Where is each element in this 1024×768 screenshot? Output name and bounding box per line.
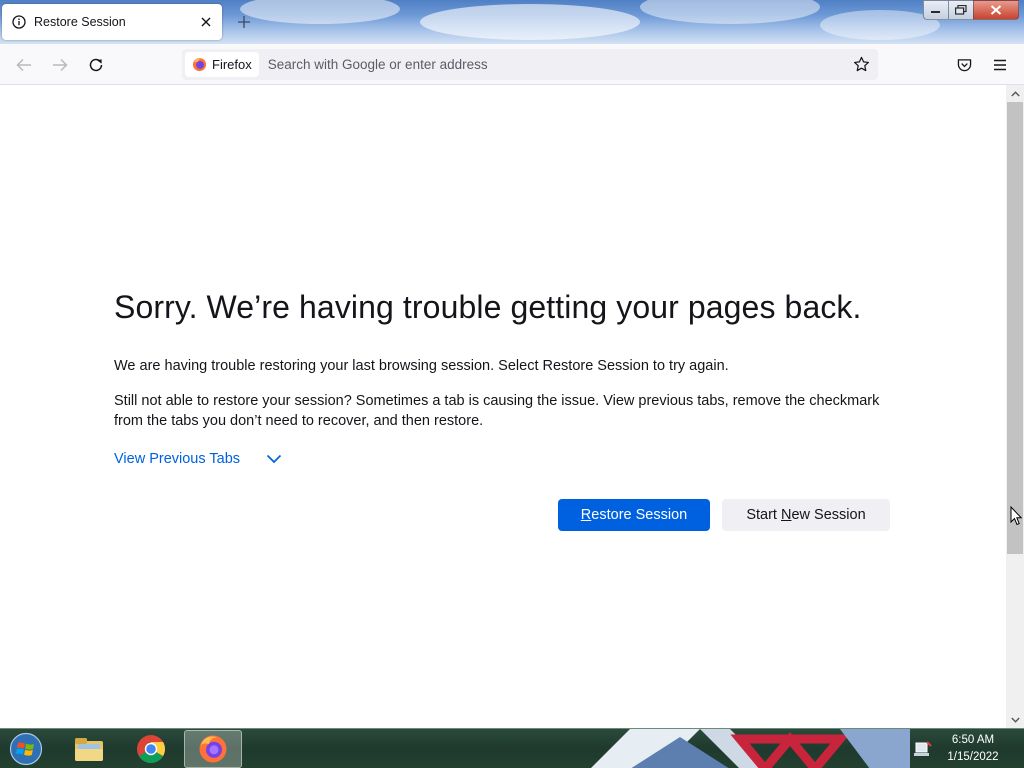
bookmark-star-icon[interactable] — [849, 53, 873, 77]
error-help-text: Still not able to restore your session? … — [114, 393, 880, 429]
scrollbar-thumb[interactable] — [1007, 102, 1023, 554]
vertical-scrollbar[interactable] — [1006, 85, 1024, 728]
chrome-icon — [137, 735, 165, 763]
restore-session-button[interactable]: Restore Session — [558, 499, 710, 531]
start-new-session-button[interactable]: Start New Session — [722, 499, 890, 531]
identity-box[interactable]: Firefox — [185, 52, 259, 77]
view-previous-tabs-label: View Previous Tabs — [114, 451, 241, 467]
firefox-icon — [199, 735, 227, 763]
close-tab-icon[interactable] — [198, 14, 214, 30]
forward-icon[interactable] — [47, 52, 73, 78]
menu-icon[interactable] — [987, 52, 1013, 78]
mouse-cursor-icon — [1010, 505, 1023, 530]
restore-window-button[interactable] — [948, 0, 974, 20]
folder-icon — [75, 738, 103, 761]
address-bar[interactable]: Firefox Search with Google or enter addr… — [182, 49, 878, 80]
clock-date: 1/15/2022 — [947, 751, 999, 763]
clock-time: 6:50 AM — [951, 734, 995, 746]
new-tab-icon[interactable] — [234, 12, 254, 32]
taskbar-firefox[interactable] — [184, 730, 242, 768]
taskbar-wallpaper-decoration — [591, 729, 910, 768]
tab-restore-session[interactable]: Restore Session — [2, 4, 222, 40]
taskbar: 6:50 AM 1/15/2022 — [0, 728, 1024, 768]
back-icon[interactable] — [11, 52, 37, 78]
search-input[interactable]: Search with Google or enter address — [268, 57, 849, 72]
reload-icon[interactable] — [83, 52, 109, 78]
identity-label: Firefox — [212, 57, 252, 72]
page-content: Sorry. We’re having trouble getting your… — [0, 85, 1006, 728]
pocket-icon[interactable] — [951, 52, 977, 78]
start-button[interactable] — [4, 730, 48, 768]
view-previous-tabs-toggle[interactable]: View Previous Tabs — [114, 451, 282, 467]
scroll-down-icon[interactable] — [1006, 711, 1024, 728]
page-title: Sorry. We’re having trouble getting your… — [114, 289, 862, 325]
error-description: We are having trouble restoring your las… — [114, 358, 729, 374]
info-icon — [11, 14, 27, 30]
close-window-button[interactable] — [973, 0, 1019, 20]
minimize-window-button[interactable] — [923, 0, 949, 20]
taskbar-chrome[interactable] — [122, 730, 180, 768]
title-bar: Restore Session — [0, 0, 1024, 44]
taskbar-file-explorer[interactable] — [60, 730, 118, 768]
firefox-logo-icon — [192, 57, 207, 72]
network-icon[interactable] — [913, 739, 933, 759]
chevron-down-icon — [266, 454, 282, 464]
system-clock[interactable]: 6:50 AM 1/15/2022 — [938, 732, 1008, 766]
tab-title: Restore Session — [34, 15, 126, 29]
navigation-toolbar: Firefox Search with Google or enter addr… — [0, 44, 1024, 85]
scroll-up-icon[interactable] — [1006, 85, 1024, 102]
